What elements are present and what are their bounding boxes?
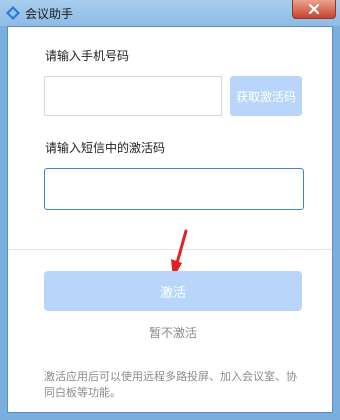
phone-label: 请输入手机号码 [45, 49, 130, 63]
dialog-body: 请输入手机号码 获取激活码 请输入短信中的激活码 激活 暂不激活 激活应用后可以… [7, 26, 333, 413]
activation-code-input[interactable] [44, 168, 304, 210]
close-button[interactable] [292, 0, 336, 19]
activate-button[interactable]: 激活 [44, 271, 302, 311]
skip-activation-link[interactable]: 暂不激活 [44, 324, 302, 341]
meeting-assistant-logo-icon [6, 6, 20, 20]
code-label: 请输入短信中的激活码 [45, 141, 166, 155]
phone-number-input[interactable] [44, 76, 222, 116]
app-window: 会议助手 请输入手机号码 获取激活码 请输入短信中的激活码 激活 暂不激活 激活… [0, 0, 340, 420]
footer-note: 激活应用后可以使用远程多路投屏、加入会议室、协同白板等功能。 [44, 370, 297, 399]
get-activation-code-button[interactable]: 获取激活码 [230, 76, 302, 116]
window-title: 会议助手 [25, 7, 74, 21]
title-bar[interactable]: 会议助手 [0, 0, 340, 26]
close-icon [308, 3, 320, 15]
